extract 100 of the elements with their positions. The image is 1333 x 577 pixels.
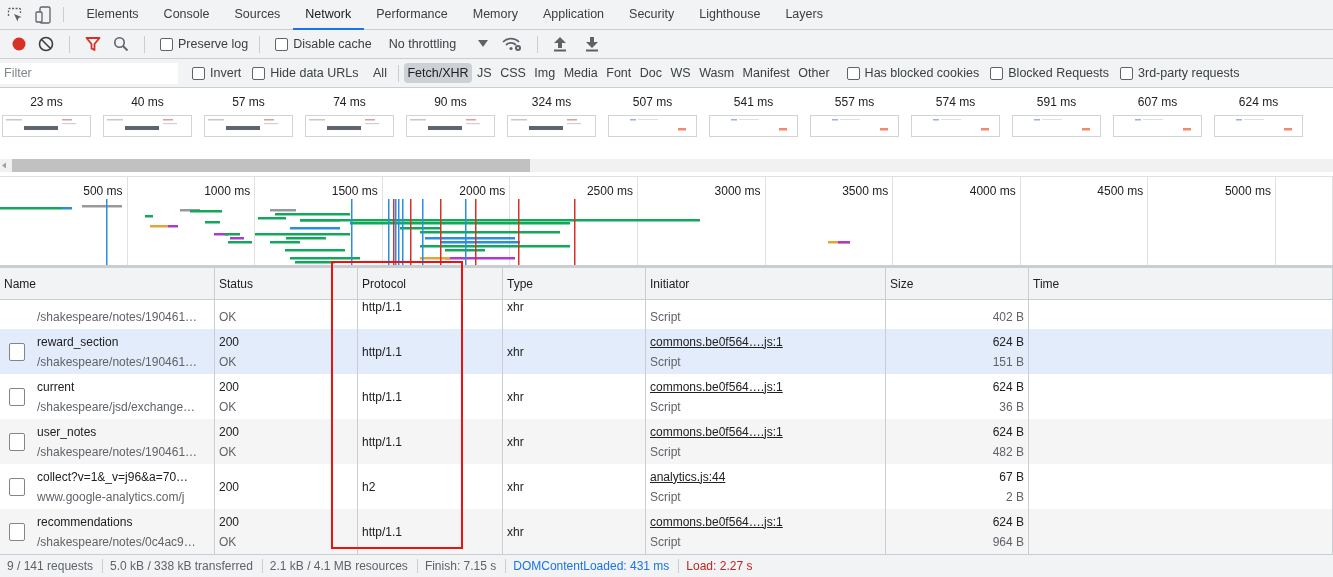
column-header[interactable]: Initiator xyxy=(646,268,886,299)
filter-icon[interactable] xyxy=(85,36,101,52)
panel-tab[interactable]: Lighthouse xyxy=(686,0,773,30)
request-name[interactable]: collect?v=1&_v=j96&a=70… xyxy=(37,466,189,487)
resource-size-cell-text: 151 B xyxy=(992,353,1024,371)
size-cell-text: 624 B xyxy=(992,378,1024,396)
type-filter-button[interactable]: All xyxy=(369,63,391,83)
initiator-type: Script xyxy=(650,398,682,416)
tick-label: 2000 ms xyxy=(459,184,506,198)
type-cell-text: xhr xyxy=(507,300,525,316)
frame-thumbnail[interactable] xyxy=(1214,115,1303,137)
panel-tab[interactable]: Performance xyxy=(363,0,461,30)
column-header[interactable]: Size xyxy=(886,268,1029,299)
checkbox[interactable] xyxy=(275,37,289,51)
inspect-icon[interactable] xyxy=(7,6,23,23)
upload-icon[interactable] xyxy=(553,36,568,52)
panel-tab[interactable]: Layers xyxy=(772,0,836,30)
clear-icon[interactable] xyxy=(38,36,54,52)
column-header[interactable]: Time xyxy=(1029,268,1333,299)
request-name[interactable]: reward_section xyxy=(37,331,198,352)
frame-thumbnail[interactable] xyxy=(911,115,1000,137)
tick-label: 5000 ms xyxy=(1224,184,1271,198)
filter-field[interactable]: Filter xyxy=(0,62,178,84)
frame-thumbnail[interactable] xyxy=(204,115,293,137)
checkbox[interactable] xyxy=(252,66,266,80)
status-code: 200 xyxy=(219,513,241,531)
tick-label: 4000 ms xyxy=(969,184,1016,198)
download-icon[interactable] xyxy=(585,36,600,52)
initiator-link[interactable]: commons.be0f564….js:1 xyxy=(650,376,881,397)
record-button[interactable] xyxy=(12,37,26,51)
caret-icon xyxy=(478,40,489,48)
search-icon[interactable] xyxy=(113,36,129,52)
protocol-cell-text: h2 xyxy=(362,478,377,496)
frame-time: 607 ms xyxy=(1137,95,1178,109)
size-cell-text: 624 B xyxy=(992,423,1024,441)
status-text: DOMContentLoaded: 431 ms xyxy=(506,559,680,573)
checkbox-label: Invert xyxy=(210,66,242,80)
initiator-link[interactable]: commons.be0f564….js:1 xyxy=(650,511,881,532)
frame-thumbnail[interactable] xyxy=(608,115,697,137)
frame-thumbnail[interactable] xyxy=(103,115,192,137)
column-header[interactable]: Type xyxy=(503,268,646,299)
scrollbar[interactable] xyxy=(0,159,1333,172)
status-code: 200 xyxy=(219,333,241,351)
type-filter-button[interactable]: Fetch/XHR xyxy=(403,63,473,83)
tick-label: 4500 ms xyxy=(1097,184,1144,198)
frame-thumbnail[interactable] xyxy=(2,115,91,137)
type-filter-button[interactable]: Doc xyxy=(636,63,666,83)
checkbox[interactable] xyxy=(990,66,1004,80)
checkbox[interactable] xyxy=(846,66,860,80)
frame-time: 574 ms xyxy=(935,95,976,109)
type-filter-button[interactable]: Wasm xyxy=(695,63,738,83)
request-name[interactable]: current xyxy=(37,376,196,397)
type-filter-button[interactable]: Font xyxy=(602,63,635,83)
size-cell-text: 624 B xyxy=(992,333,1024,351)
type-filter-button[interactable]: Img xyxy=(530,63,559,83)
request-path: www.google-analytics.com/j xyxy=(37,488,186,506)
resource-size-cell-text: 964 B xyxy=(992,533,1024,551)
file-icon xyxy=(9,387,25,406)
frame-thumbnail[interactable] xyxy=(305,115,394,137)
checkbox[interactable] xyxy=(160,37,173,51)
type-filter-button[interactable]: WS xyxy=(667,63,695,83)
panel-tab[interactable]: Elements xyxy=(74,0,152,30)
tick-label: 500 ms xyxy=(83,184,123,198)
panel-tab[interactable]: Console xyxy=(151,0,222,30)
request-name[interactable]: recommendations xyxy=(37,511,196,532)
checkbox[interactable] xyxy=(1120,66,1134,80)
type-filter-button[interactable]: Other xyxy=(794,63,834,83)
panel-tab[interactable]: Application xyxy=(530,0,617,30)
frame-thumbnail[interactable] xyxy=(810,115,899,137)
type-filter-button[interactable]: JS xyxy=(473,63,496,83)
frame-thumbnail[interactable] xyxy=(1113,115,1202,137)
checkbox[interactable] xyxy=(192,66,205,80)
column-header[interactable]: Status xyxy=(215,268,358,299)
throttling-dropdown[interactable]: No throttling xyxy=(383,37,489,51)
file-icon xyxy=(9,342,25,361)
status-code: 200 xyxy=(219,423,241,441)
initiator-type: Script xyxy=(650,308,682,326)
frame-thumbnail[interactable] xyxy=(507,115,596,137)
status-text: OK xyxy=(219,443,238,461)
tick-label: 1000 ms xyxy=(204,184,251,198)
type-cell-text: xhr xyxy=(507,388,525,406)
frame-thumbnail[interactable] xyxy=(1012,115,1101,137)
type-filter-button[interactable]: CSS xyxy=(496,63,530,83)
request-name[interactable]: user_notes xyxy=(37,421,198,442)
column-header[interactable]: Protocol xyxy=(358,268,503,299)
file-icon xyxy=(9,522,25,541)
column-header[interactable]: Name xyxy=(0,268,215,299)
type-filter-button[interactable]: Media xyxy=(560,63,602,83)
initiator-link[interactable]: commons.be0f564….js:1 xyxy=(650,331,881,352)
type-filter-button[interactable]: Manifest xyxy=(739,63,794,83)
network-conditions-icon[interactable] xyxy=(502,36,523,52)
frame-thumbnail[interactable] xyxy=(406,115,495,137)
initiator-link[interactable]: commons.be0f564….js:1 xyxy=(650,421,881,442)
panel-tab[interactable]: Sources xyxy=(222,0,293,30)
panel-tab[interactable]: Security xyxy=(616,0,687,30)
panel-tab[interactable]: Memory xyxy=(460,0,531,30)
device-icon[interactable] xyxy=(35,5,51,24)
tick-label: 1500 ms xyxy=(331,184,378,198)
frame-thumbnail[interactable] xyxy=(709,115,798,137)
initiator-link[interactable]: analytics.js:44 xyxy=(650,466,881,487)
